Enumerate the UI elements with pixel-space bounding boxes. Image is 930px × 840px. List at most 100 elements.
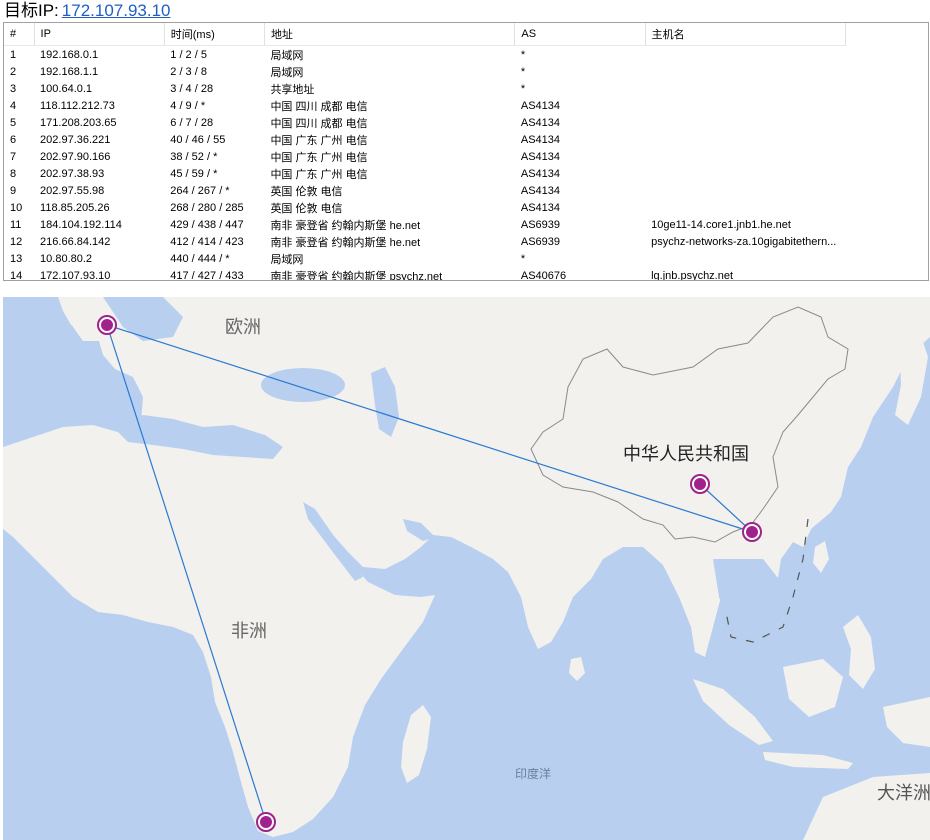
hop-ip: 202.97.38.93 <box>40 167 105 180</box>
hop-time: 38 / 52 / * <box>170 150 218 163</box>
hop-number: 3 <box>10 82 17 95</box>
table-row[interactable]: 5 171.208.203.65 6 / 7 / 28 中国 四川 成都 电信 AS41… <box>4 114 846 131</box>
table-row[interactable]: 11 184.104.192.114 429 / 438 / 447 南非 豪登省 约… <box>4 216 846 233</box>
route-map-canvas[interactable]: 欧洲 中华人民共和国 非洲 印度洋 大洋洲 <box>3 297 930 840</box>
hop-location: 中国 广东 广州 电信 <box>270 151 368 164</box>
hop-hostname <box>645 46 845 64</box>
hop-number: 10 <box>10 201 23 214</box>
hop-as: AS4134 <box>520 150 561 163</box>
target-ip-bar: 目标IP: 172.107.93.10 <box>0 0 930 21</box>
hop-number: 2 <box>10 65 17 78</box>
hop-number: 4 <box>10 99 17 112</box>
hop-hostname <box>645 97 845 114</box>
hop-as: AS4134 <box>520 201 561 214</box>
hop-time: 4 / 9 / * <box>170 99 206 112</box>
route-map[interactable]: 欧洲 中华人民共和国 非洲 印度洋 大洋洲 <box>3 297 930 840</box>
table-row[interactable]: 14 172.107.93.10 417 / 427 / 433 南非 豪登省 约翰内… <box>4 267 846 281</box>
map-label-oceania: 大洋洲 <box>877 783 930 804</box>
column-header-hostname[interactable]: 主机名 <box>645 23 847 46</box>
hop-number: 1 <box>10 48 17 61</box>
hop-time: 40 / 46 / 55 <box>170 133 226 146</box>
hop-ip: 216.66.84.142 <box>40 235 111 248</box>
hop-as: * <box>520 48 526 61</box>
column-header-ip[interactable]: IP <box>34 23 165 46</box>
hop-as: * <box>520 65 526 78</box>
hop-ip: 192.168.1.1 <box>40 65 99 78</box>
table-row[interactable]: 1 192.168.0.1 1 / 2 / 5 局域网 * <box>4 46 846 64</box>
hop-hostname <box>645 114 845 131</box>
hop-location: 共享地址 <box>270 83 315 96</box>
hop-ip: 202.97.55.98 <box>40 184 105 197</box>
table-row[interactable]: 7 202.97.90.166 38 / 52 / * 中国 广东 广州 电信 AS41… <box>4 148 846 165</box>
hop-location: 局域网 <box>270 253 304 266</box>
hop-ip: 172.107.93.10 <box>40 269 111 281</box>
table-row[interactable]: 12 216.66.84.142 412 / 414 / 423 南非 豪登省 约翰内… <box>4 233 846 250</box>
map-label-europe: 欧洲 <box>225 317 261 338</box>
hop-as: AS4134 <box>520 184 561 197</box>
hop-time: 2 / 3 / 8 <box>170 65 207 78</box>
hop-location: 南非 豪登省 约翰内斯堡 he.net <box>270 236 421 249</box>
hop-location: 中国 四川 成都 电信 <box>270 117 368 130</box>
column-header-time[interactable]: 时间(ms) <box>164 23 265 46</box>
hop-time: 6 / 7 / 28 <box>170 116 214 129</box>
target-ip-link[interactable]: 172.107.93.10 <box>62 1 171 20</box>
hop-as: AS4134 <box>520 116 561 129</box>
hop-hostname <box>645 80 845 97</box>
hop-hostname <box>645 63 845 80</box>
table-row[interactable]: 9 202.97.55.98 264 / 267 / * 英国 伦敦 电信 AS4134 <box>4 182 846 199</box>
node-guangzhou[interactable] <box>742 522 762 542</box>
table-row[interactable]: 8 202.97.38.93 45 / 59 / * 中国 广东 广州 电信 AS413… <box>4 165 846 182</box>
map-label-indian-ocean: 印度洋 <box>515 766 551 781</box>
table-row[interactable]: 6 202.97.36.221 40 / 46 / 55 中国 广东 广州 电信 AS4… <box>4 131 846 148</box>
hop-time: 429 / 438 / 447 <box>170 218 244 231</box>
hop-number: 7 <box>10 150 17 163</box>
hop-hostname <box>645 182 845 199</box>
hop-location: 南非 豪登省 约翰内斯堡 he.net <box>270 219 421 232</box>
hop-time: 3 / 4 / 28 <box>170 82 214 95</box>
table-row[interactable]: 10 118.85.205.26 268 / 280 / 285 英国 伦敦 电信 AS… <box>4 199 846 216</box>
hop-time: 264 / 267 / * <box>170 184 230 197</box>
hop-location: 中国 四川 成都 电信 <box>270 100 368 113</box>
hop-hostname <box>645 131 845 148</box>
table-row[interactable]: 2 192.168.1.1 2 / 3 / 8 局域网 * <box>4 63 846 80</box>
hop-as: AS4134 <box>520 99 561 112</box>
hop-ip: 192.168.0.1 <box>40 48 99 61</box>
hop-as: AS6939 <box>520 218 561 231</box>
hop-location: 局域网 <box>270 66 304 79</box>
node-johannesburg[interactable] <box>256 812 276 832</box>
traceroute-table[interactable]: # IP 时间(ms) 地址 AS 主机名 1 192.168.0.1 1 / 2 … <box>3 22 929 281</box>
hop-location: 中国 广东 广州 电信 <box>270 168 368 181</box>
table-header-row: # IP 时间(ms) 地址 AS 主机名 <box>4 23 847 46</box>
hop-as: AS40676 <box>520 269 567 281</box>
column-header-as[interactable]: AS <box>514 23 646 46</box>
hop-time: 417 / 427 / 433 <box>170 269 244 281</box>
hop-time: 412 / 414 / 423 <box>170 235 244 248</box>
hop-hostname: psychz-networks-za.10gigabitethern... <box>651 235 837 248</box>
map-label-africa: 非洲 <box>231 621 267 642</box>
node-chengdu[interactable] <box>690 474 710 494</box>
node-london[interactable] <box>97 315 117 335</box>
hop-hostname <box>645 199 845 216</box>
column-header-hop[interactable]: # <box>4 23 35 46</box>
hop-number: 8 <box>10 167 17 180</box>
hop-ip: 184.104.192.114 <box>40 218 122 231</box>
hop-location: 英国 伦敦 电信 <box>270 185 343 198</box>
table-row[interactable]: 4 118.112.212.73 4 / 9 / * 中国 四川 成都 电信 AS413… <box>4 97 846 114</box>
table-row[interactable]: 3 100.64.0.1 3 / 4 / 28 共享地址 * <box>4 80 846 97</box>
hop-ip: 100.64.0.1 <box>40 82 93 95</box>
hop-ip: 10.80.80.2 <box>40 252 93 265</box>
column-header-location[interactable]: 地址 <box>264 23 516 46</box>
hop-time: 440 / 444 / * <box>170 252 230 265</box>
hop-hostname <box>645 165 845 182</box>
hop-number: 14 <box>10 269 23 281</box>
hop-ip: 202.97.90.166 <box>40 150 111 163</box>
hop-hostname <box>645 148 845 165</box>
hop-ip: 118.85.205.26 <box>40 201 110 214</box>
table-row[interactable]: 13 10.80.80.2 440 / 444 / * 局域网 * <box>4 250 846 267</box>
hop-as: * <box>520 82 526 95</box>
hop-as: AS6939 <box>520 235 561 248</box>
hop-as: AS4134 <box>520 133 561 146</box>
hop-as: AS4134 <box>520 167 561 180</box>
hop-as: * <box>520 252 526 265</box>
hop-number: 9 <box>10 184 17 197</box>
